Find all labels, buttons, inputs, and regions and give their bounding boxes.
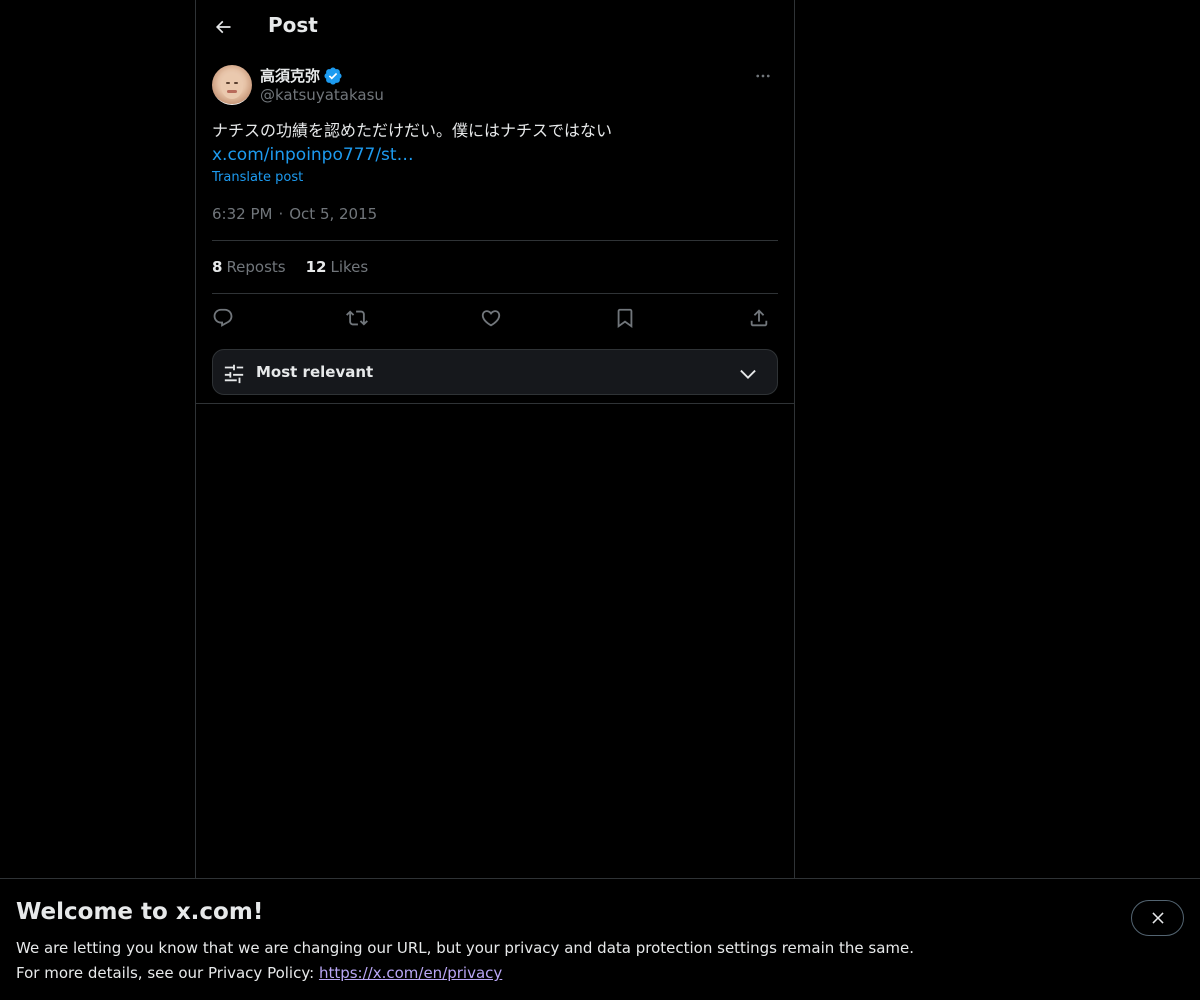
- more-icon: [756, 74, 770, 78]
- divider: [196, 403, 794, 404]
- privacy-policy-link[interactable]: https://x.com/en/privacy: [319, 964, 502, 982]
- display-name-text[interactable]: 高須克弥: [260, 65, 320, 86]
- reposts-count: 8: [212, 258, 223, 276]
- sort-sliders-icon: [224, 364, 244, 384]
- avatar[interactable]: [212, 65, 252, 105]
- reposts-label: Reposts: [226, 258, 286, 276]
- share-button[interactable]: [744, 303, 774, 333]
- post-actions: [212, 303, 778, 333]
- likes-label: Likes: [330, 258, 369, 276]
- close-icon: [1151, 912, 1164, 924]
- close-banner-button[interactable]: [1131, 900, 1184, 936]
- banner-text: We are letting you know that we are chan…: [16, 936, 914, 986]
- back-button[interactable]: [206, 10, 240, 44]
- url-change-banner: Welcome to x.com! We are letting you kno…: [0, 878, 1200, 1000]
- back-arrow-icon: [215, 20, 231, 34]
- banner-line-2: For more details, see our Privacy Policy…: [16, 961, 914, 986]
- page-title: Post: [268, 13, 318, 37]
- author-handle[interactable]: @katsuyatakasu: [260, 86, 384, 104]
- reply-button[interactable]: [208, 303, 238, 333]
- likes-stat[interactable]: 12 Likes: [306, 258, 369, 276]
- reply-icon: [213, 308, 233, 327]
- bookmark-icon: [617, 308, 633, 329]
- repost-icon: [346, 310, 368, 326]
- more-options-button[interactable]: [748, 64, 778, 88]
- reposts-stat[interactable]: 8 Reposts: [212, 258, 286, 276]
- main-column: Post 高須克弥 @katsuyatakasu ナチスの功績を認めただけだい。…: [195, 0, 795, 880]
- banner-title: Welcome to x.com!: [16, 899, 264, 925]
- verified-badge-icon[interactable]: [323, 66, 343, 86]
- post-timestamp[interactable]: 6:32 PM · Oct 5, 2015: [212, 205, 377, 223]
- share-icon: [750, 309, 768, 327]
- post-text-body: ナチスの功績を認めただけだい。僕にはナチスではない: [212, 121, 613, 140]
- reply-sort-dropdown[interactable]: Most relevant: [212, 349, 778, 395]
- chevron-down-icon: [740, 369, 756, 379]
- sort-label: Most relevant: [256, 363, 374, 381]
- translate-post-link[interactable]: Translate post: [212, 170, 303, 185]
- repost-button[interactable]: [342, 303, 372, 333]
- post-link[interactable]: x.com/inpoinpo777/st…: [212, 143, 778, 167]
- post-stats: 8 Reposts 12 Likes: [212, 258, 368, 276]
- like-button[interactable]: [476, 303, 506, 333]
- likes-count: 12: [305, 258, 327, 276]
- page-header: Post: [196, 0, 794, 54]
- divider: [212, 240, 778, 241]
- banner-line-2-prefix: For more details, see our Privacy Policy…: [16, 964, 319, 982]
- bookmark-button[interactable]: [610, 303, 640, 333]
- like-icon: [481, 310, 501, 327]
- post-time[interactable]: 6:32 PM: [212, 205, 272, 223]
- banner-line-1: We are letting you know that we are chan…: [16, 939, 915, 957]
- author-display-name[interactable]: 高須克弥: [260, 65, 343, 86]
- divider: [212, 293, 778, 294]
- post-date[interactable]: Oct 5, 2015: [289, 205, 377, 223]
- post-author: 高須克弥 @katsuyatakasu: [212, 64, 778, 108]
- post-text: ナチスの功績を認めただけだい。僕にはナチスではない x.com/inpoinpo…: [212, 119, 778, 167]
